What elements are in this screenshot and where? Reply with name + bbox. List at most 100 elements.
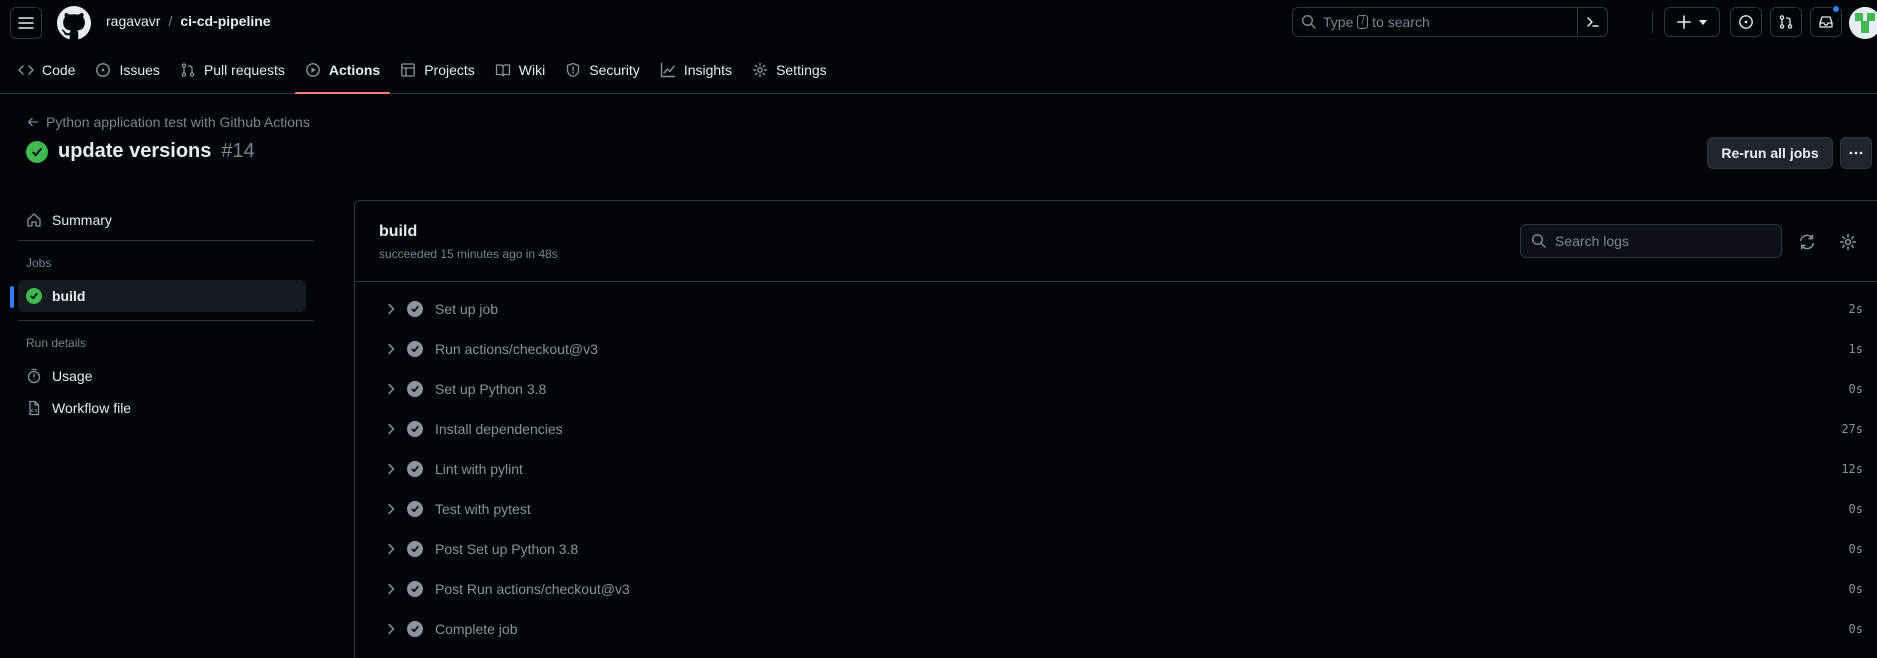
- step-name: Complete job: [435, 621, 518, 637]
- chevron-right-icon[interactable]: [383, 621, 399, 637]
- create-new-button[interactable]: [1664, 7, 1720, 37]
- search-logs-input[interactable]: Search logs: [1520, 224, 1782, 258]
- step-row[interactable]: Set up job 2s: [355, 289, 1877, 329]
- search-icon: [1531, 233, 1546, 248]
- step-row[interactable]: Post Run actions/checkout@v3 0s: [355, 569, 1877, 609]
- step-name: Install dependencies: [435, 421, 563, 437]
- workflow-name: Python application test with Github Acti…: [46, 114, 310, 130]
- kebab-horizontal-icon: [1849, 151, 1863, 155]
- plus-icon: [1677, 15, 1691, 29]
- step-name: Post Set up Python 3.8: [435, 541, 579, 557]
- chevron-right-icon[interactable]: [383, 501, 399, 517]
- step-row[interactable]: Complete job 0s: [355, 609, 1877, 649]
- tab-label: Code: [42, 62, 76, 78]
- step-row[interactable]: Set up Python 3.8 0s: [355, 369, 1877, 409]
- chevron-right-icon[interactable]: [383, 421, 399, 437]
- step-duration: 0s: [1848, 622, 1863, 636]
- rerun-all-jobs-button[interactable]: Re-run all jobs: [1707, 137, 1833, 169]
- chevron-right-icon[interactable]: [383, 301, 399, 317]
- tab-projects[interactable]: Projects: [390, 54, 485, 86]
- table-icon: [401, 63, 416, 77]
- inbox-icon: [1819, 16, 1833, 28]
- repo-owner-link[interactable]: ragavavr: [106, 13, 160, 29]
- step-duration: 2s: [1848, 302, 1863, 316]
- command-palette-button[interactable]: [1577, 8, 1607, 36]
- tab-insights[interactable]: Insights: [650, 54, 742, 86]
- page-title: update versions #14: [26, 140, 255, 163]
- search-logs-placeholder: Search logs: [1555, 233, 1629, 249]
- step-success-icon: [407, 581, 423, 597]
- top-header: ragavavr / ci-cd-pipeline Type / to sear…: [0, 0, 1877, 94]
- step-row[interactable]: Install dependencies 27s: [355, 409, 1877, 449]
- chevron-right-icon[interactable]: [383, 541, 399, 557]
- sidebar-item-summary[interactable]: Summary: [18, 204, 306, 236]
- shield-icon: [567, 62, 580, 78]
- terminal-icon: [1586, 17, 1599, 27]
- file-code-icon: [29, 400, 40, 416]
- step-row[interactable]: Post Set up Python 3.8 0s: [355, 529, 1877, 569]
- tab-label: Insights: [683, 62, 733, 78]
- step-name: Run actions/checkout@v3: [435, 341, 598, 357]
- chevron-right-icon[interactable]: [383, 341, 399, 357]
- pull-requests-button[interactable]: [1770, 7, 1802, 37]
- jobs-heading: Jobs: [26, 256, 52, 270]
- menu-button[interactable]: [10, 7, 42, 39]
- book-icon: [495, 64, 510, 77]
- step-name: Lint with pylint: [435, 461, 523, 477]
- sidebar-item-build[interactable]: build: [10, 280, 306, 312]
- chevron-right-icon[interactable]: [383, 581, 399, 597]
- back-to-workflow-link[interactable]: Python application test with Github Acti…: [26, 114, 310, 130]
- github-logo-icon[interactable]: [57, 6, 91, 40]
- step-row[interactable]: Run actions/checkout@v3 1s: [355, 329, 1877, 369]
- step-name: Set up Python 3.8: [435, 381, 547, 397]
- sync-icon[interactable]: [1798, 233, 1816, 251]
- step-name: Post Run actions/checkout@v3: [435, 581, 630, 597]
- tab-security[interactable]: Security: [555, 54, 650, 86]
- gear-icon[interactable]: [1839, 233, 1857, 251]
- tab-pull-requests[interactable]: Pull requests: [170, 54, 295, 86]
- sidebar-item-label: Usage: [52, 368, 93, 384]
- search-shortcut-key: /: [1357, 15, 1369, 29]
- code-icon: [18, 65, 34, 75]
- repo-tabs: Code Issues Pull requests Actions Projects Wi…: [8, 54, 837, 94]
- more-options-button[interactable]: [1840, 137, 1872, 169]
- sidebar-item-label: build: [52, 288, 86, 304]
- issue-opened-icon: [96, 63, 111, 77]
- run-number: #14: [221, 140, 255, 162]
- arrow-left-icon: [27, 117, 39, 127]
- chevron-right-icon[interactable]: [383, 461, 399, 477]
- avatar[interactable]: [1849, 7, 1877, 39]
- home-icon: [27, 213, 41, 227]
- sidebar-item-label: Summary: [52, 212, 112, 228]
- step-row[interactable]: Lint with pylint 12s: [355, 449, 1877, 489]
- search-prefix-text: Type: [1323, 14, 1354, 30]
- step-name: Set up job: [435, 301, 499, 317]
- run-details-heading: Run details: [26, 336, 87, 350]
- job-log-panel: build succeeded 15 minutes ago in 48s Se…: [354, 200, 1877, 658]
- step-success-icon: [407, 341, 423, 357]
- step-row[interactable]: Test with pytest 0s: [355, 489, 1877, 529]
- job-header: build succeeded 15 minutes ago in 48s Se…: [355, 201, 1877, 282]
- tab-code[interactable]: Code: [8, 54, 85, 86]
- step-duration: 1s: [1848, 342, 1863, 356]
- issues-button[interactable]: [1730, 7, 1762, 37]
- step-success-icon: [407, 421, 423, 437]
- repo-name-link[interactable]: ci-cd-pipeline: [180, 13, 270, 29]
- step-name: Test with pytest: [435, 501, 531, 517]
- global-search-input[interactable]: Type / to search: [1292, 7, 1608, 37]
- triangle-down-icon: [1699, 20, 1707, 25]
- tab-issues[interactable]: Issues: [85, 54, 169, 86]
- sidebar-divider: [18, 320, 314, 321]
- sidebar-item-usage[interactable]: Usage: [18, 360, 306, 392]
- step-duration: 12s: [1841, 462, 1863, 476]
- hamburger-icon: [18, 17, 34, 29]
- sidebar-divider: [18, 240, 314, 241]
- sidebar-item-workflow-file[interactable]: Workflow file: [18, 392, 306, 424]
- success-check-icon: [26, 140, 48, 163]
- tab-wiki[interactable]: Wiki: [485, 54, 555, 86]
- header-divider: [1652, 11, 1653, 33]
- step-success-icon: [407, 541, 423, 557]
- tab-settings[interactable]: Settings: [742, 54, 837, 86]
- tab-actions[interactable]: Actions: [294, 54, 391, 94]
- chevron-right-icon[interactable]: [383, 381, 399, 397]
